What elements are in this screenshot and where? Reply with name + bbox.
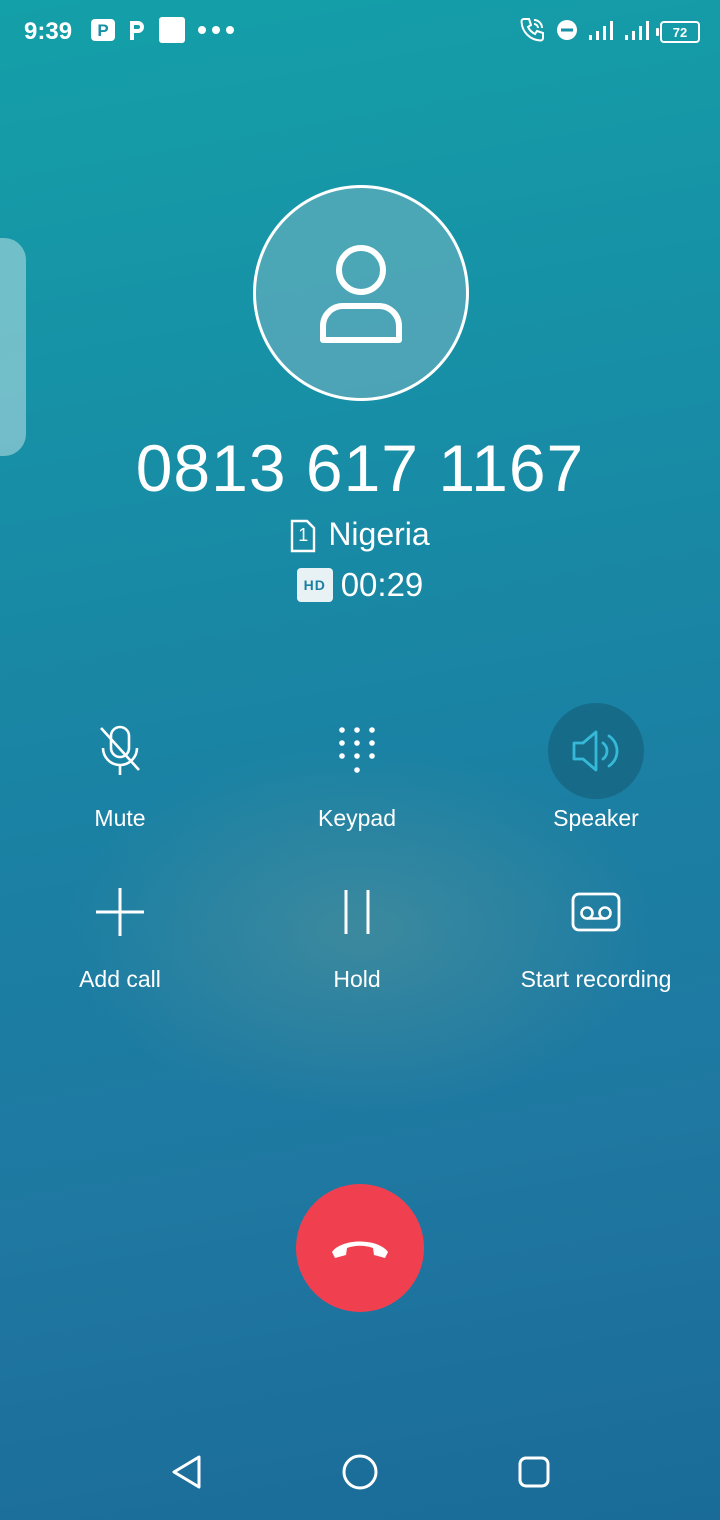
status-bar: 9:39 P 72 xyxy=(0,0,720,64)
person-icon xyxy=(320,245,402,343)
system-icons: 72 xyxy=(518,16,700,48)
add-call-label: Add call xyxy=(79,966,161,992)
speaker-label: Speaker xyxy=(553,805,639,831)
recents-square-icon xyxy=(518,1456,550,1488)
call-timer-row: HD 00:29 xyxy=(0,566,720,604)
pause-icon xyxy=(309,864,405,960)
contact-avatar xyxy=(253,185,469,401)
keypad-label: Keypad xyxy=(317,805,396,831)
plus-icon xyxy=(72,864,168,960)
side-panel-handle[interactable] xyxy=(0,238,26,456)
phone-number: 0813 617 1167 xyxy=(135,431,585,505)
signal-icon xyxy=(624,19,650,46)
keypad-button[interactable]: Keypad xyxy=(237,703,477,832)
more-dots-icon xyxy=(196,23,236,41)
call-location-row: 1 Nigeria xyxy=(0,516,720,553)
back-triangle-icon xyxy=(172,1455,201,1489)
home-button[interactable] xyxy=(338,1450,382,1494)
dnd-icon xyxy=(556,19,578,46)
square-icon xyxy=(158,16,186,49)
status-time: 9:39 xyxy=(24,18,73,45)
battery-level: 72 xyxy=(672,24,688,40)
add-call-button[interactable]: Add call xyxy=(0,864,240,993)
start-recording-button[interactable]: Start recording xyxy=(476,864,716,993)
wifi-calling-icon xyxy=(518,16,546,49)
navigation-bar xyxy=(0,1430,720,1514)
sim-card-icon: 1 xyxy=(290,519,316,552)
battery-icon: 72 xyxy=(656,21,700,43)
notification-icons: P xyxy=(90,16,236,48)
home-circle-icon xyxy=(342,1454,378,1490)
mic-off-icon xyxy=(72,703,168,799)
signal-icon xyxy=(588,19,614,46)
speaker-icon xyxy=(548,703,644,799)
end-call-button[interactable] xyxy=(296,1184,424,1312)
call-duration: 00:29 xyxy=(340,566,424,603)
hold-button[interactable]: Hold xyxy=(237,864,477,993)
dialpad-icon xyxy=(309,703,405,799)
p-icon xyxy=(126,17,148,48)
hang-up-icon xyxy=(332,1241,388,1258)
p-app-icon: P xyxy=(90,17,116,48)
back-button[interactable] xyxy=(164,1450,208,1494)
speaker-button[interactable]: Speaker xyxy=(476,703,716,832)
mute-button[interactable]: Mute xyxy=(0,703,240,832)
sim-number: 1 xyxy=(298,524,309,545)
recents-button[interactable] xyxy=(512,1450,556,1494)
hd-badge: HD xyxy=(296,568,333,602)
voicemail-icon xyxy=(548,864,644,960)
hold-label: Hold xyxy=(333,966,381,992)
mute-label: Mute xyxy=(94,805,146,831)
call-location: Nigeria xyxy=(328,516,430,552)
start-recording-label: Start recording xyxy=(520,966,672,992)
svg-text:P: P xyxy=(97,21,108,40)
